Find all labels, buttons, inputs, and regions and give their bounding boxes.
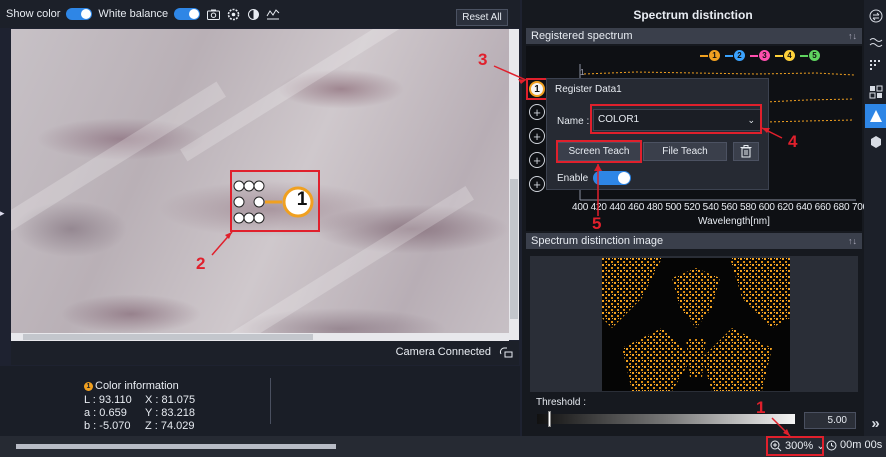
app-root: Show color White balance Reset All ▸ 1 C… (0, 0, 886, 457)
registered-spectrum-title: Registered spectrum (531, 30, 633, 42)
threshold-slider-handle[interactable] (548, 411, 551, 427)
register-slot-3[interactable]: + (529, 128, 545, 144)
white-balance-label: White balance (98, 8, 169, 20)
legend-item-1: 1 (700, 50, 720, 61)
register-slot-4[interactable]: + (529, 152, 545, 168)
color-a-value: a : 0.659 (84, 407, 127, 419)
settings-icon[interactable] (226, 7, 240, 21)
enable-toggle[interactable] (593, 171, 631, 185)
clock-icon (826, 440, 837, 450)
distinction-image (602, 258, 790, 391)
legend-item-4: 4 (775, 50, 795, 61)
register-slot-highlight (526, 78, 548, 100)
register-slot-2[interactable]: + (529, 104, 545, 120)
distinction-image-header[interactable]: Spectrum distinction image ↑↓ (526, 233, 862, 249)
registered-spectrum-header[interactable]: Registered spectrum ↑↓ (526, 28, 862, 44)
reset-all-button[interactable]: Reset All (456, 9, 508, 26)
show-color-label: Show color (6, 8, 61, 20)
expand-right-icon[interactable]: » (868, 415, 883, 432)
collapse-icon[interactable]: ↑↓ (848, 233, 857, 249)
progress-bar (16, 444, 336, 449)
color-information-panel: 1 Color information L : 93.110 a : 0.659… (0, 366, 520, 436)
timer: 00m 00s (826, 439, 882, 451)
annotation-1: 1 (756, 398, 766, 417)
legend-item-5: 5 (800, 50, 820, 61)
camera-status-bar: Camera Connected (11, 341, 519, 365)
contrast-icon[interactable] (246, 7, 260, 21)
screen-teach-highlight (556, 140, 642, 163)
panel-title: Spectrum distinction (633, 8, 753, 22)
x-axis-label: Wavelength[nm] (698, 216, 770, 227)
bottom-status-bar: 300% ⌄ 00m 00s (0, 436, 886, 457)
timer-value: 00m 00s (840, 439, 883, 451)
color-y-value: Y : 83.218 (145, 407, 195, 419)
dot-grid-icon[interactable] (868, 58, 883, 73)
graph-icon[interactable] (266, 7, 280, 21)
color-info-marker: 1 (84, 381, 93, 391)
camera-horizontal-scrollbar[interactable] (11, 333, 509, 341)
grid-compare-icon[interactable] (868, 84, 883, 99)
marker-number: 1 (296, 189, 308, 210)
cube-icon[interactable] (868, 134, 883, 149)
white-balance-toggle[interactable] (174, 8, 201, 20)
camera-vertical-scrollbar[interactable] (509, 29, 519, 340)
color-info-divider (270, 378, 271, 424)
popup-title: Register Data1 (555, 84, 622, 95)
name-select-highlight (590, 104, 762, 134)
color-b-value: b : -5.070 (84, 420, 131, 432)
show-color-toggle[interactable] (66, 8, 93, 20)
camera-toolbar: Show color White balance (0, 0, 520, 28)
spectrum-legend: 1 2 3 4 5 (700, 50, 820, 61)
y-axis-tick: 1 (580, 68, 585, 77)
annotation-4: 4 (788, 132, 798, 151)
camera-status-text: Camera Connected (395, 346, 491, 358)
threshold-label: Threshold : (536, 397, 587, 408)
legend-item-3: 3 (750, 50, 770, 61)
wave-icon[interactable] (868, 34, 883, 49)
file-teach-button[interactable]: File Teach (643, 142, 727, 161)
swap-icon[interactable] (868, 8, 883, 23)
threshold-value-input[interactable]: 5.00 (804, 412, 856, 429)
distinction-image-title: Spectrum distinction image (531, 235, 664, 247)
camera-icon[interactable] (206, 7, 220, 21)
annotation-5: 5 (592, 214, 602, 233)
legend-item-2: 2 (725, 50, 745, 61)
x-axis-ticks: 400 420 440 460 480 500 520 540 560 580 … (572, 202, 869, 213)
delete-button[interactable] (733, 142, 759, 161)
color-l-value: L : 93.110 (84, 394, 132, 406)
annotation-3: 3 (478, 50, 488, 69)
color-info-title-text: Color information (95, 380, 179, 392)
name-label: Name : (557, 116, 590, 127)
register-data-popup: Register Data1 Name : COLOR1 ⌄ Screen Te… (546, 78, 769, 190)
camera-connection-icon (499, 345, 513, 364)
trash-icon (740, 145, 752, 158)
register-slot-5[interactable]: + (529, 176, 545, 192)
color-z-value: Z : 74.029 (145, 420, 195, 432)
color-x-value: X : 81.075 (145, 394, 196, 406)
spectrum-distinction-icon[interactable] (868, 108, 883, 123)
enable-label: Enable (557, 173, 589, 184)
color-info-title: 1 Color information (84, 380, 179, 392)
zoom-highlight (766, 436, 824, 456)
collapse-icon[interactable]: ↑↓ (848, 28, 857, 44)
expand-left-icon[interactable]: ▸ (0, 208, 8, 228)
annotation-2: 2 (196, 254, 206, 273)
